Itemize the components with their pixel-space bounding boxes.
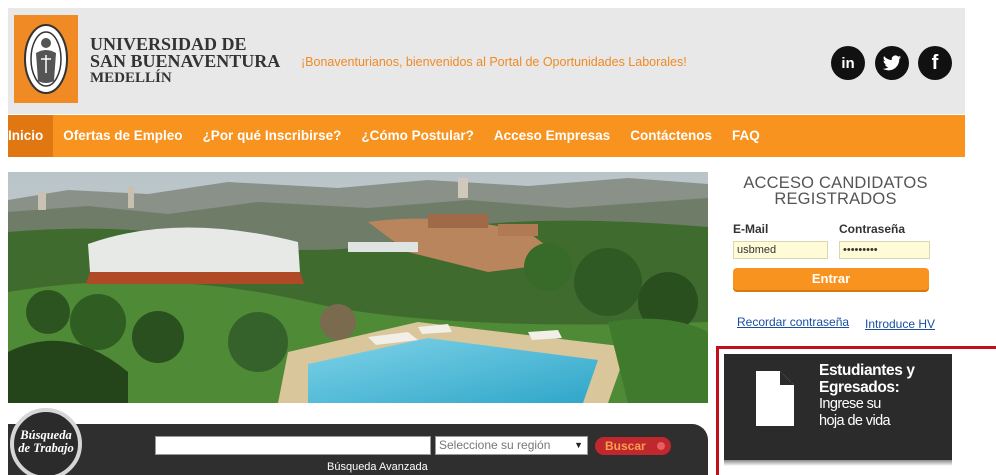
email-label: E-Mail: [733, 222, 769, 236]
nav-item-como-postular[interactable]: ¿Cómo Postular?: [351, 115, 484, 157]
chevron-down-icon: ▼: [574, 440, 583, 450]
nav-item-ofertas[interactable]: Ofertas de Empleo: [53, 115, 192, 157]
email-field[interactable]: usbmed: [733, 241, 828, 259]
nav-item-contactenos[interactable]: Contáctenos: [620, 115, 722, 157]
university-name-line2: SAN BUENAVENTURA: [90, 51, 281, 71]
login-button[interactable]: Entrar: [733, 268, 929, 290]
page: UNIVERSIDAD DE SAN BUENAVENTURA MEDELLÍN…: [0, 0, 996, 475]
cv-banner-line2: Egresados:: [819, 379, 900, 396]
university-name-line3: MEDELLÍN: [90, 70, 172, 86]
campus-photo: [8, 172, 708, 403]
facebook-icon[interactable]: f: [918, 46, 952, 80]
nav-item-por-que[interactable]: ¿Por qué Inscribirse?: [193, 115, 352, 157]
nav-item-acceso-empresas[interactable]: Acceso Empresas: [484, 115, 620, 157]
job-search-badge: Búsqueda de Trabajo: [10, 408, 82, 475]
welcome-message: ¡Bonaventurianos, bienvenidos al Portal …: [301, 55, 687, 69]
university-logo[interactable]: [14, 15, 78, 103]
search-button[interactable]: Buscar: [595, 437, 671, 455]
introduce-hv-link[interactable]: Introduce HV: [865, 317, 935, 331]
main-nav: Inicio Ofertas de Empleo ¿Por qué Inscri…: [8, 115, 965, 157]
search-dot-icon: [657, 442, 665, 450]
login-title: ACCESO CANDIDATOS REGISTRADOS: [733, 174, 938, 208]
password-label: Contraseña: [839, 222, 906, 236]
job-search-input[interactable]: [155, 436, 431, 455]
cv-banner-text: Estudiantes y Egresados: Ingrese su hoja…: [819, 362, 915, 430]
linkedin-icon[interactable]: in: [831, 46, 865, 80]
region-select-value: Seleccione su región: [439, 438, 551, 452]
login-title-line1: ACCESO CANDIDATOS: [743, 174, 928, 192]
cv-banner-line4: hoja de vida: [819, 413, 891, 429]
site-header: UNIVERSIDAD DE SAN BUENAVENTURA MEDELLÍN…: [8, 8, 965, 114]
cv-banner[interactable]: Estudiantes y Egresados: Ingrese su hoja…: [724, 354, 952, 466]
twitter-icon[interactable]: [875, 46, 909, 80]
nav-item-faq[interactable]: FAQ: [722, 115, 770, 157]
campus-illustration: [8, 172, 708, 403]
university-name: UNIVERSIDAD DE SAN BUENAVENTURA MEDELLÍN: [90, 35, 281, 87]
twitter-bird-icon: [882, 54, 902, 70]
cv-banner-line3: Ingrese su: [819, 396, 881, 412]
job-search-badge-text: Búsqueda de Trabajo: [14, 429, 78, 455]
password-field[interactable]: •••••••••: [839, 241, 930, 259]
document-icon: [756, 371, 794, 426]
login-title-line2: REGISTRADOS: [774, 190, 897, 208]
job-search-badge-line2: de Trabajo: [18, 441, 74, 455]
nav-item-inicio[interactable]: Inicio: [8, 115, 54, 157]
crest-icon: [24, 24, 68, 94]
region-select[interactable]: Seleccione su región ▼: [435, 436, 588, 455]
forgot-password-link[interactable]: Recordar contraseña: [737, 315, 849, 329]
search-button-label: Buscar: [605, 439, 646, 453]
advanced-search-link[interactable]: Búsqueda Avanzada: [327, 461, 428, 473]
login-panel: ACCESO CANDIDATOS REGISTRADOS E-Mail Con…: [733, 174, 938, 331]
cv-banner-line1: Estudiantes y: [819, 362, 915, 379]
